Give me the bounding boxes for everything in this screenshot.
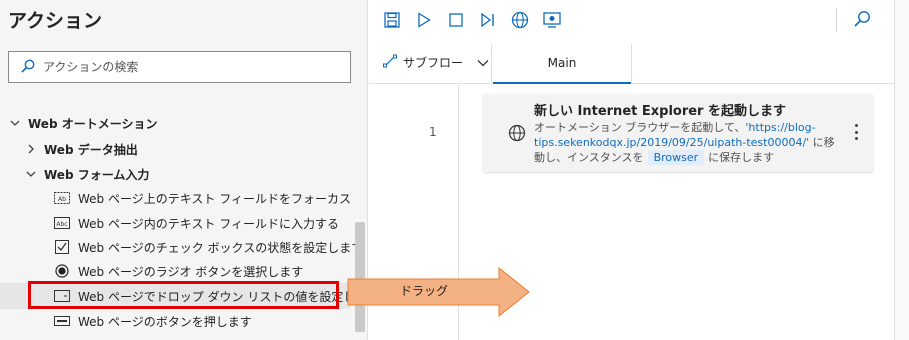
action-item-label: Web ページのボタンを押します: [78, 314, 252, 329]
tab-divider: [631, 44, 632, 84]
step-icon[interactable]: [472, 4, 504, 36]
text-field-input-icon: Abc: [54, 216, 70, 230]
subflow-label: サブフロー: [403, 56, 464, 70]
desc-prefix: オートメーション ブラウザーを起動して、: [534, 121, 746, 134]
svg-text:Abc: Abc: [56, 221, 67, 228]
actions-search-input[interactable]: [43, 60, 323, 74]
subflow-dropdown[interactable]: サブフロー: [383, 54, 489, 71]
toolbar-separator: [836, 8, 837, 32]
actions-pane: アクション Web オートメーション Web データ抽出 Web フォーム入力 …: [0, 0, 379, 340]
web-recorder-icon[interactable]: [504, 4, 536, 36]
checkbox-icon: [54, 240, 70, 254]
drag-label: ドラッグ: [400, 284, 449, 298]
tree-node-web-form-fill[interactable]: Web フォーム入力: [24, 162, 149, 186]
tree-node-label: Web オートメーション: [28, 116, 158, 131]
tree-node-web-data-extraction[interactable]: Web データ抽出: [24, 137, 138, 161]
tree-node-web-automation[interactable]: Web オートメーション: [8, 111, 157, 135]
action-item[interactable]: Ab Web ページ上のテキスト フィールドをフォーカス: [54, 186, 351, 210]
tab-main[interactable]: Main: [493, 44, 631, 84]
action-item[interactable]: Web ページのボタンを押します: [54, 309, 252, 333]
flow-tabbar: サブフロー Main: [369, 44, 894, 84]
actions-search-box[interactable]: [8, 51, 351, 83]
tree-node-label: Web フォーム入力: [44, 167, 150, 182]
tree-node-label: Web データ抽出: [44, 142, 138, 157]
search-icon[interactable]: [848, 5, 876, 33]
text-field-focus-icon: Ab: [54, 191, 70, 205]
run-icon[interactable]: [408, 4, 440, 36]
right-panel-edge: [894, 0, 909, 340]
action-step-card[interactable]: 新しい Internet Explorer を起動します オートメーション ブラ…: [483, 94, 873, 172]
chevron-right-icon: [24, 142, 38, 156]
chevron-down-icon: [477, 56, 489, 70]
action-item[interactable]: Web ページのチェック ボックスの状態を設定します: [54, 235, 363, 259]
globe-icon: [508, 124, 526, 142]
action-step-title: 新しい Internet Explorer を起動します: [534, 104, 786, 119]
stop-icon[interactable]: [440, 4, 472, 36]
action-item[interactable]: Abc Web ページ内のテキスト フィールドに入力する: [54, 211, 339, 235]
svg-text:Ab: Ab: [58, 196, 66, 203]
more-options-icon[interactable]: [851, 122, 861, 142]
desc-suffix: に保存します: [708, 151, 775, 164]
action-item[interactable]: Web ページのラジオ ボタンを選択します: [54, 259, 303, 283]
variable-chip[interactable]: Browser: [647, 150, 705, 165]
radio-button-icon: [54, 264, 70, 278]
chevron-down-icon: [8, 116, 22, 130]
action-step-description: オートメーション ブラウザーを起動して、'https://blog-tips.s…: [534, 120, 844, 165]
subflow-icon: [383, 54, 397, 71]
line-number: 1: [429, 125, 437, 139]
action-item-label: Web ページのラジオ ボタンを選択します: [78, 264, 304, 279]
action-item-label: Web ページ内のテキスト フィールドに入力する: [78, 216, 339, 231]
highlight-box: [28, 281, 339, 309]
save-icon[interactable]: [376, 4, 408, 36]
search-icon: [21, 58, 35, 77]
action-item-label: Web ページのチェック ボックスの状態を設定します: [78, 240, 364, 255]
flow-toolbar: [369, 0, 894, 40]
action-item-label: Web ページ上のテキスト フィールドをフォーカス: [78, 191, 351, 206]
tab-divider: [491, 44, 492, 84]
actions-pane-title: アクション: [8, 10, 103, 32]
button-icon: [54, 314, 70, 328]
chevron-down-icon: [24, 167, 38, 181]
desktop-recorder-icon[interactable]: [536, 4, 568, 36]
